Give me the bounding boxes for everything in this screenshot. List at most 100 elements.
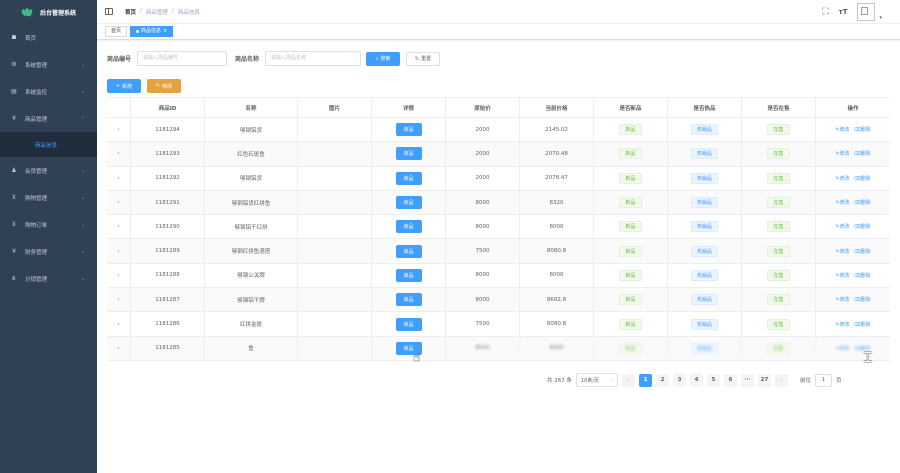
detail-button[interactable]: 商品 — [395, 293, 422, 307]
page-button[interactable]: 3 — [673, 373, 686, 387]
row-delete-button[interactable]: ⌫删除 — [854, 223, 871, 230]
row-edit-button[interactable]: ✎修改 — [835, 345, 849, 352]
row-edit-button[interactable]: ✎修改 — [835, 223, 849, 230]
row-delete-button[interactable]: ⌫删除 — [854, 150, 871, 157]
detail-button[interactable]: 商品 — [395, 220, 422, 234]
table-row[interactable]: › 1181293 红色石斑鱼 商品 2000 2070.48 新品 热销品 在售 ✎修改 ⌫删除 — [107, 142, 890, 167]
search-button[interactable]: ⌕ 搜索 — [366, 51, 401, 66]
is-hot-cell: 热销品 — [668, 215, 742, 239]
row-edit-button[interactable]: ✎修改 — [835, 175, 849, 182]
row-delete-button[interactable]: ⌫删除 — [854, 321, 871, 328]
tag-home[interactable]: 首页 — [105, 26, 128, 37]
table-row[interactable]: › 1181286 红拼金斑 商品 7500 8080.8 新品 热销品 在售 ✎修改 ⌫删除 — [107, 312, 890, 337]
table-row[interactable]: › 1181285 鱼商品 8000 8000 新品 热销品 在售 ✎修改 ⌫删除 — [107, 336, 890, 361]
goto-page-input[interactable]: 1 — [815, 373, 833, 387]
page-button[interactable]: 2 — [656, 373, 669, 387]
sidebar-item[interactable]: ♟ 会员管理 ⌄ — [0, 157, 97, 184]
font-size-icon[interactable]: ᴛT — [839, 8, 848, 16]
sidebar-item[interactable]: ⊻ 购物管理 ⌄ — [0, 184, 97, 211]
row-edit-button[interactable]: ✎修改 — [835, 272, 849, 279]
row-edit-button[interactable]: ✎修改 — [835, 199, 849, 206]
table-row[interactable]: › 1181292 够钢铝货 商品 2000 2078.47 新品 热销品 在售 ✎修改 ⌫删除 — [107, 166, 890, 191]
expand-icon[interactable]: › — [107, 215, 131, 239]
page-button[interactable]: ··· — [741, 373, 754, 387]
product-name-input[interactable]: 请输入商品名称 — [265, 51, 362, 66]
on-sale-badge: 在售 — [767, 269, 790, 281]
row-edit-button[interactable]: ✎修改 — [835, 150, 849, 157]
next-page-button[interactable]: › — [775, 373, 788, 387]
page-button[interactable]: 6 — [724, 373, 737, 387]
table-row[interactable]: › 1181294 够钢铝货 商品 2000 2145.02 新品 热销品 在售 ✎修改 ⌫删除 — [107, 118, 890, 143]
detail-button[interactable]: 商品 — [395, 317, 422, 331]
detail-button[interactable]: 商品 — [395, 196, 422, 210]
product-image-cell — [298, 336, 372, 360]
row-edit-button[interactable]: ✎修改 — [835, 126, 849, 133]
detail-cell: 商品 — [372, 312, 446, 336]
brand[interactable]: 后台管理系统 — [0, 0, 97, 24]
gear-icon: ⚙ — [11, 61, 17, 68]
row-delete-button[interactable]: ⌫删除 — [854, 272, 871, 279]
detail-button[interactable]: 商品 — [395, 147, 422, 161]
expand-icon[interactable]: › — [107, 312, 131, 336]
expand-icon[interactable]: › — [107, 166, 131, 190]
sidebar-item[interactable]: ⚙ 系统管理 ⌄ — [0, 51, 97, 78]
sidebar-item[interactable]: ▤ 系统监控 ⌄ — [0, 78, 97, 105]
table-row[interactable]: › 1181288 够钢公关牌 商品 8000 8000 新品 热销品 在售 ✎修改 ⌫删除 — [107, 263, 890, 289]
fullscreen-icon[interactable]: ⛶ — [822, 7, 828, 17]
row-edit-button[interactable]: ✎修改 — [835, 321, 849, 328]
new-badge: 新品 — [619, 148, 642, 160]
row-delete-button[interactable]: ⌫删除 — [854, 296, 871, 303]
expand-icon[interactable]: › — [107, 263, 131, 288]
table-row[interactable]: › 1181290 够钢铝干红拼 商品 8000 8000 新品 热销品 在售 ✎修改 ⌫删除 — [107, 215, 890, 240]
hamburger-icon[interactable] — [105, 8, 113, 15]
row-delete-button[interactable]: ⌫删除 — [854, 248, 871, 255]
product-image-cell — [298, 142, 372, 166]
sidebar-item[interactable]: ⋔ 分销管理 ⌄ — [0, 265, 97, 292]
operations-cell: ✎修改 ⌫删除 — [816, 288, 890, 311]
table-row[interactable]: › 1181289 够钢红拼鱼混搭 商品 7500 8080.8 新品 热销品 在售 ✎修改 ⌫删除 — [107, 239, 890, 264]
page-button[interactable]: 4 — [690, 373, 703, 387]
expand-icon[interactable]: › — [107, 239, 131, 263]
detail-button[interactable]: 商品 — [395, 268, 422, 282]
page-button[interactable]: 5 — [707, 373, 720, 387]
row-delete-button[interactable]: ⌫删除 — [854, 199, 871, 206]
table-row[interactable]: › 1181287 够钢铝干牌 商品 8000 8602.8 新品 热销品 在售 ✎修改 ⌫删除 — [107, 288, 890, 313]
row-edit-button[interactable]: ✎修改 — [835, 248, 849, 255]
trash-icon: ⌫ — [853, 200, 861, 207]
table-header-cell: 是否在售 — [742, 98, 816, 117]
row-delete-button[interactable]: ⌫删除 — [854, 175, 871, 182]
detail-button[interactable]: 商品 — [395, 171, 422, 185]
expand-icon[interactable]: › — [107, 118, 131, 142]
sidebar-item[interactable]: ¥ 商品管理 ⌃ — [0, 105, 97, 132]
page-button[interactable]: 1 — [639, 373, 652, 387]
detail-button[interactable]: 商品 — [395, 123, 422, 137]
page-button[interactable]: 27 — [758, 373, 771, 387]
product-image-cell — [298, 118, 372, 142]
sidebar-item[interactable]: ¥ 财务管理 ⌄ — [0, 238, 97, 265]
table-row[interactable]: › 1181291 够钢铝货红拼鱼 商品 8000 8320 新品 热销品 在售 ✎修改 ⌫删除 — [107, 190, 890, 216]
sidebar-item[interactable]: ⊻ 购物订单 ⌄ — [0, 211, 97, 238]
product-code-input[interactable]: 请输入商品编号 — [137, 51, 228, 66]
submenu-item-product-info[interactable]: 商品信息 — [0, 132, 97, 157]
expand-icon[interactable]: › — [107, 142, 131, 166]
add-button[interactable]: + 新增 — [107, 79, 141, 93]
current-price-cell: 2070.48 — [520, 142, 594, 166]
expand-icon[interactable]: › — [107, 190, 131, 215]
page-size-select[interactable]: 10条/页 — [576, 373, 618, 387]
edit-button[interactable]: ✎ 修改 — [147, 79, 181, 93]
row-edit-button[interactable]: ✎修改 — [835, 296, 849, 303]
close-icon[interactable]: × — [163, 27, 167, 36]
sidebar-item[interactable]: ☗ 首页 — [0, 24, 97, 51]
expand-icon[interactable]: › — [107, 288, 131, 312]
avatar[interactable] — [857, 3, 876, 21]
trash-icon: ⌫ — [853, 127, 861, 134]
plus-icon: + — [115, 83, 121, 89]
reset-button[interactable]: ↻ 重置 — [406, 51, 441, 66]
tag-product-info[interactable]: 商品信息 × — [130, 26, 174, 37]
expand-icon[interactable]: › — [107, 336, 131, 360]
breadcrumb-home[interactable]: 首页 — [125, 8, 136, 16]
prev-page-button[interactable]: ‹ — [622, 373, 635, 387]
caret-down-icon[interactable]: ▾ — [879, 15, 882, 21]
detail-button[interactable]: 商品 — [395, 244, 422, 258]
row-delete-button[interactable]: ⌫删除 — [854, 126, 871, 133]
